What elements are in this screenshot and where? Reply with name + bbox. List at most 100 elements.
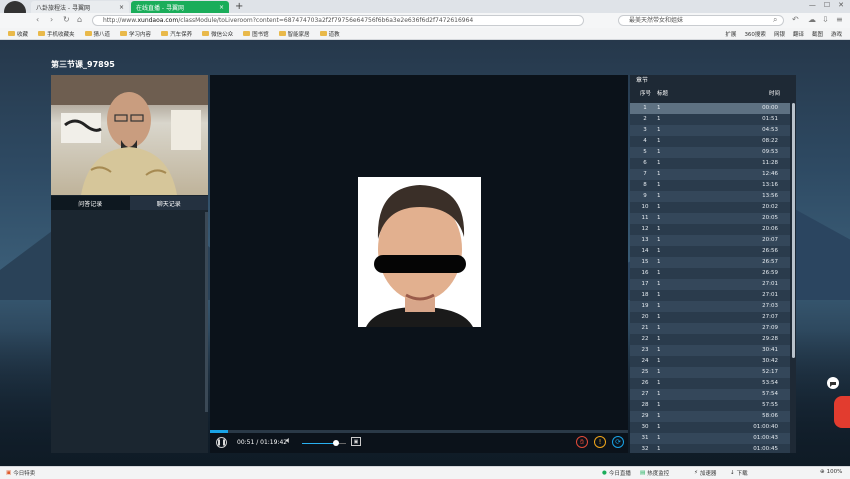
monitor-icon: ▤ [640, 470, 646, 476]
progress-bar[interactable] [210, 430, 628, 433]
new-tab-button[interactable]: + [235, 1, 243, 12]
chapter-scrollbar[interactable] [792, 103, 795, 358]
chapter-row[interactable]: 19 1 27:03 [630, 301, 790, 312]
status-left-item[interactable]: ▣ 今日特卖 [6, 469, 35, 477]
chapter-row[interactable]: 26 1 53:54 [630, 378, 790, 389]
chapter-row[interactable]: 22 1 29:28 [630, 334, 790, 345]
chapter-title: 1 [657, 127, 661, 133]
scrollbar[interactable] [205, 212, 208, 412]
chapter-row[interactable]: 10 1 20:02 [630, 202, 790, 213]
browser-tab-2[interactable]: 在线直播 - 寻翼网 × [131, 1, 229, 13]
tab-chat-record[interactable]: 聊天记录 [130, 196, 209, 210]
hand-raise-icon[interactable]: ✋︎ [576, 436, 588, 448]
chapter-row[interactable]: 31 1 01:00:43 [630, 433, 790, 444]
info-icon[interactable]: ! [594, 436, 606, 448]
bookmark-item[interactable]: 手机收藏夹 [38, 30, 75, 38]
bookmark-item[interactable]: 汽车保养 [161, 30, 192, 38]
chapter-row[interactable]: 25 1 52:17 [630, 367, 790, 378]
bookmark-item[interactable]: 微信公众 [202, 30, 233, 38]
forward-icon[interactable]: › [50, 15, 53, 24]
bookmark-label: 智能家居 [287, 31, 310, 38]
chapter-row[interactable]: 14 1 26:56 [630, 246, 790, 257]
chapter-row[interactable]: 4 1 08:22 [630, 136, 790, 147]
pause-button[interactable]: ❚❚ [216, 437, 227, 448]
chapter-row[interactable]: 9 1 13:56 [630, 191, 790, 202]
chapter-row[interactable]: 27 1 57:54 [630, 389, 790, 400]
chapter-row[interactable]: 6 1 11:28 [630, 158, 790, 169]
chapter-row[interactable]: 29 1 58:06 [630, 411, 790, 422]
chapter-time: 57:54 [762, 391, 778, 397]
chapter-row[interactable]: 5 1 09:53 [630, 147, 790, 158]
window-controls: — ☐ ✕ [809, 1, 844, 9]
refresh-icon[interactable]: ↻ [63, 15, 70, 24]
picture-in-picture-icon[interactable]: ▣ [351, 437, 361, 446]
status-item[interactable]: ▤ 热度监控 [640, 469, 669, 477]
chapter-row[interactable]: 17 1 27:01 [630, 279, 790, 290]
close-icon[interactable]: × [219, 4, 224, 11]
extension-item[interactable]: 网银 [774, 30, 785, 38]
chapter-row[interactable]: 15 1 26:57 [630, 257, 790, 268]
extension-item[interactable]: 翻译 [793, 30, 804, 38]
bookmark-item[interactable]: 智能家居 [278, 30, 310, 38]
volume-knob[interactable] [332, 440, 339, 446]
chapter-time: 26:57 [762, 259, 778, 265]
bookmark-item[interactable]: 道教 [319, 30, 340, 38]
volume-icon[interactable]: 🔈︎ [286, 436, 291, 446]
extension-item[interactable]: 360搜索 [744, 30, 766, 38]
chapter-row[interactable]: 11 1 20:05 [630, 213, 790, 224]
chapter-row[interactable]: 7 1 12:46 [630, 169, 790, 180]
chapter-index: 18 [641, 292, 649, 298]
search-icon[interactable]: ⌕ [773, 15, 777, 25]
chapter-index: 27 [641, 391, 649, 397]
tab-qa-record[interactable]: 问答记录 [51, 196, 130, 210]
bookmark-item[interactable]: 图书馆 [243, 30, 269, 38]
chapter-row[interactable]: 13 1 20:07 [630, 235, 790, 246]
chapter-row[interactable]: 3 1 04:53 [630, 125, 790, 136]
menu-icon[interactable]: ≡ [836, 15, 843, 24]
maximize-icon[interactable]: ☐ [824, 1, 830, 9]
chapter-row[interactable]: 12 1 20:06 [630, 224, 790, 235]
chapter-row[interactable]: 16 1 26:59 [630, 268, 790, 279]
bookmark-item[interactable]: 收藏 [8, 30, 28, 38]
chapter-row[interactable]: 2 1 01:51 [630, 114, 790, 125]
minimize-icon[interactable]: — [809, 1, 816, 9]
chapter-row[interactable]: 1 1 00:00 [630, 103, 790, 114]
link-icon[interactable]: ⟳ [612, 436, 624, 448]
chapter-row[interactable]: 28 1 57:55 [630, 400, 790, 411]
back-icon[interactable]: ‹ [36, 15, 39, 24]
bookmark-item[interactable]: 猜八道 [84, 30, 110, 38]
chapter-index: 2 [643, 116, 647, 122]
cloud-icon[interactable]: ☁ [808, 15, 816, 24]
video-player[interactable] [210, 75, 628, 428]
status-label: 下载 [736, 471, 748, 477]
close-window-icon[interactable]: ✕ [838, 1, 844, 9]
home-icon[interactable]: ⌂ [77, 15, 82, 24]
bookmark-item[interactable]: 学习内容 [120, 30, 151, 38]
chapter-row[interactable]: 20 1 27:07 [630, 312, 790, 323]
browser-tab-1[interactable]: 八卦旅程法 - 寻翼网 × [31, 1, 129, 13]
download-icon[interactable]: ⇩ [822, 15, 829, 24]
status-item[interactable]: ● 今日直播 [602, 469, 631, 477]
status-item[interactable]: ↓ 下载 [730, 469, 748, 477]
search-input[interactable]: 最美天然带女和姐妹 [618, 15, 784, 26]
status-item[interactable]: ⚡︎ 加速器 [694, 469, 716, 477]
chapter-row[interactable]: 8 1 13:16 [630, 180, 790, 191]
chapter-row[interactable]: 32 1 01:00:45 [630, 444, 790, 453]
floating-chat-icon[interactable] [826, 376, 840, 390]
chapter-row[interactable]: 24 1 30:42 [630, 356, 790, 367]
close-icon[interactable]: × [119, 4, 124, 11]
extension-item[interactable]: 游戏 [831, 30, 842, 38]
address-input[interactable]: http://www.xundaoa.com/classModule/toLiv… [92, 15, 584, 26]
chapter-title: 1 [657, 193, 661, 199]
chapter-row[interactable]: 30 1 01:00:40 [630, 422, 790, 433]
chapter-time: 27:07 [762, 314, 778, 320]
promo-badge[interactable] [834, 396, 850, 428]
chapter-row[interactable]: 23 1 30:41 [630, 345, 790, 356]
chapter-title: 1 [657, 171, 661, 177]
chapter-row[interactable]: 21 1 27:09 [630, 323, 790, 334]
extension-item[interactable]: 截图 [812, 30, 823, 38]
undo-icon[interactable]: ↶ [792, 15, 799, 24]
zoom-level[interactable]: ⊕ 100% [820, 469, 842, 475]
chapter-row[interactable]: 18 1 27:01 [630, 290, 790, 301]
extension-item[interactable]: 扩展 [725, 30, 736, 38]
